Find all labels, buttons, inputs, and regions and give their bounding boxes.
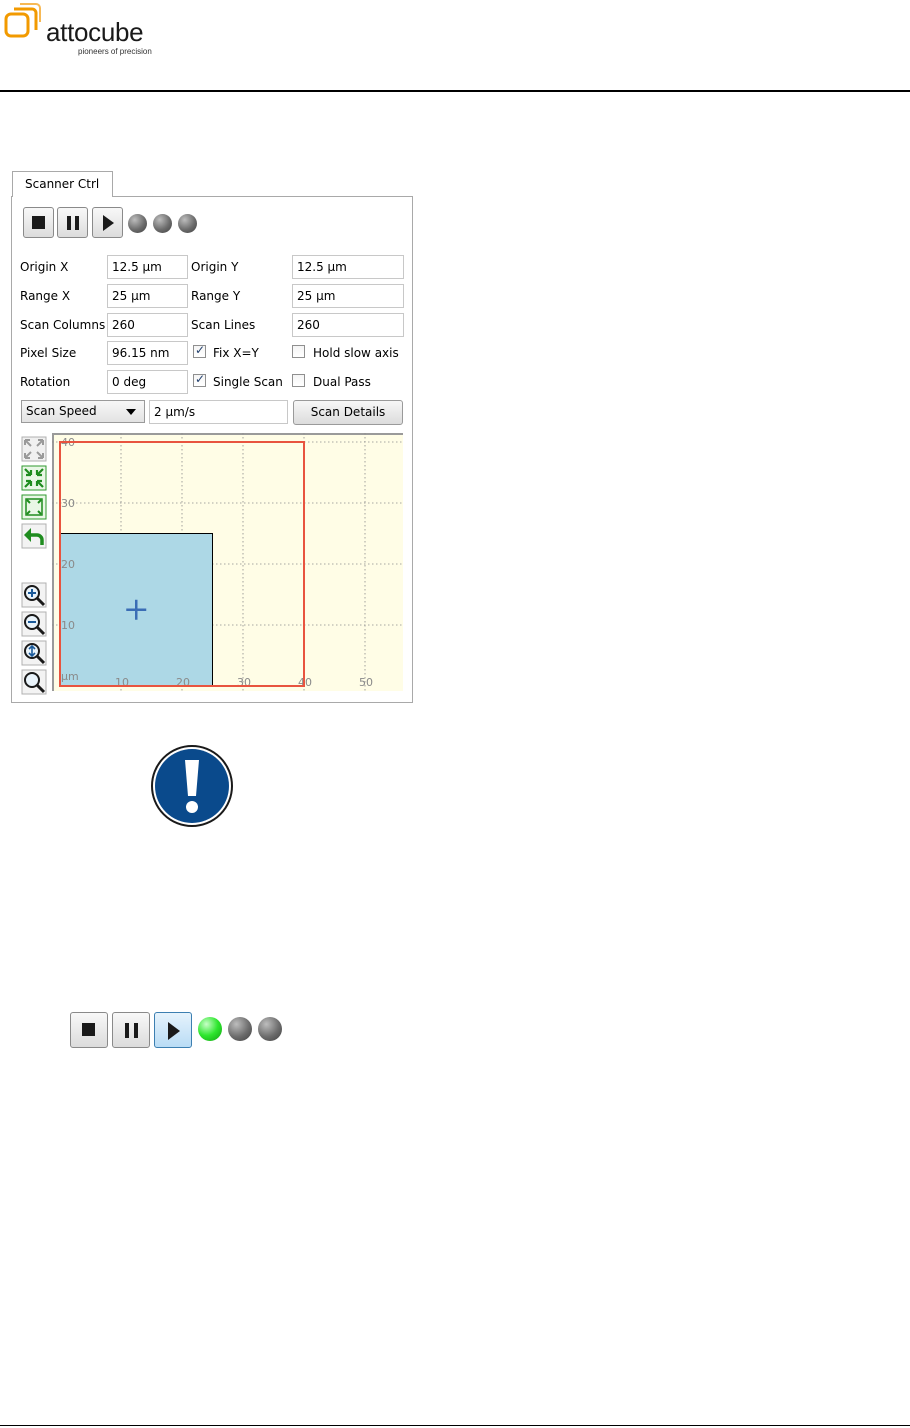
fit-all-icon[interactable] [21,436,47,462]
range-y-label: Range Y [191,289,241,303]
chevron-down-icon [126,409,136,415]
pixel-size-field[interactable]: 96.15 nm [107,341,188,365]
scan-speed-select-value: Scan Speed [26,404,97,418]
footer-divider [0,1425,910,1426]
shrink-icon[interactable] [21,465,47,491]
attocube-logo-mark [4,3,41,38]
brand-tagline: pioneers of precision [78,47,152,56]
y-tick-label: 20 [61,558,75,571]
expand-icon[interactable] [21,494,47,520]
scan-details-button[interactable]: Scan Details [293,400,403,425]
x-tick-label: 50 [359,676,373,689]
status-indicator-2 [153,214,172,233]
inline-status-indicator-1 [198,1017,222,1041]
single-scan-label: Single Scan [213,375,283,389]
range-y-field[interactable]: 25 µm [292,284,404,308]
warning-icon [151,745,233,827]
fix-xy-checkbox[interactable] [193,343,206,358]
scan-speed-select[interactable]: Scan Speed [21,400,145,423]
inline-play-button[interactable] [154,1012,192,1048]
hold-slow-axis-label: Hold slow axis [313,346,399,360]
origin-y-field[interactable]: 12.5 µm [292,255,404,279]
attocube-logo: attocube pioneers of precision [2,2,162,62]
inline-status-indicator-3 [258,1017,282,1041]
play-button[interactable] [92,207,123,238]
y-tick-label: 10 [61,619,75,632]
scan-area-plot[interactable]: 10 20 30 40 5010203040 µm [52,433,403,691]
scan-speed-field[interactable]: 2 µm/s [149,400,288,424]
pause-icon-bar [134,1023,138,1038]
y-tick-label: 30 [61,497,75,510]
scan-columns-field[interactable]: 260 [107,313,188,337]
status-indicator-1 [128,214,147,233]
play-icon [168,1022,180,1040]
dual-pass-checkbox[interactable] [292,374,305,387]
inline-pause-button[interactable] [112,1012,150,1048]
dual-pass-label: Dual Pass [313,375,371,389]
brand-name: attocube [46,17,144,47]
tab-label: Scanner Ctrl [25,177,100,191]
origin-x-label: Origin X [20,260,69,274]
tab-scanner-ctrl[interactable]: Scanner Ctrl [12,171,113,197]
rotation-field[interactable]: 0 deg [107,370,188,394]
inline-stop-button[interactable] [70,1012,108,1048]
pause-icon [125,1023,129,1038]
header-divider [0,90,910,92]
scan-lines-label: Scan Lines [191,318,256,332]
pixel-size-label: Pixel Size [20,346,77,360]
origin-y-label: Origin Y [191,260,239,274]
x-tick-label: 30 [237,676,251,689]
inline-status-indicator-2 [228,1017,252,1041]
stop-icon [32,216,45,229]
play-icon [103,215,114,231]
zoom-icon[interactable] [21,669,47,695]
fix-xy-label: Fix X=Y [213,346,259,360]
undo-icon[interactable] [21,523,47,549]
x-tick-label: 10 [115,676,129,689]
pause-button[interactable] [57,207,88,238]
status-indicator-3 [178,214,197,233]
range-x-label: Range X [20,289,71,303]
hold-slow-axis-checkbox[interactable] [292,345,305,358]
zoom-in-icon[interactable] [21,582,47,608]
range-x-field[interactable]: 25 µm [107,284,188,308]
x-axis-unit-label: µm [61,670,79,683]
origin-x-field[interactable]: 12.5 µm [107,255,188,279]
zoom-out-icon[interactable] [21,611,47,637]
rotation-label: Rotation [20,375,71,389]
scan-lines-field[interactable]: 260 [292,313,404,337]
x-tick-label: 20 [176,676,190,689]
zoom-fit-icon[interactable] [21,640,47,666]
stop-button[interactable] [23,207,54,238]
single-scan-checkbox[interactable] [193,372,206,387]
stop-icon [82,1023,95,1036]
scan-columns-label: Scan Columns [20,318,106,332]
